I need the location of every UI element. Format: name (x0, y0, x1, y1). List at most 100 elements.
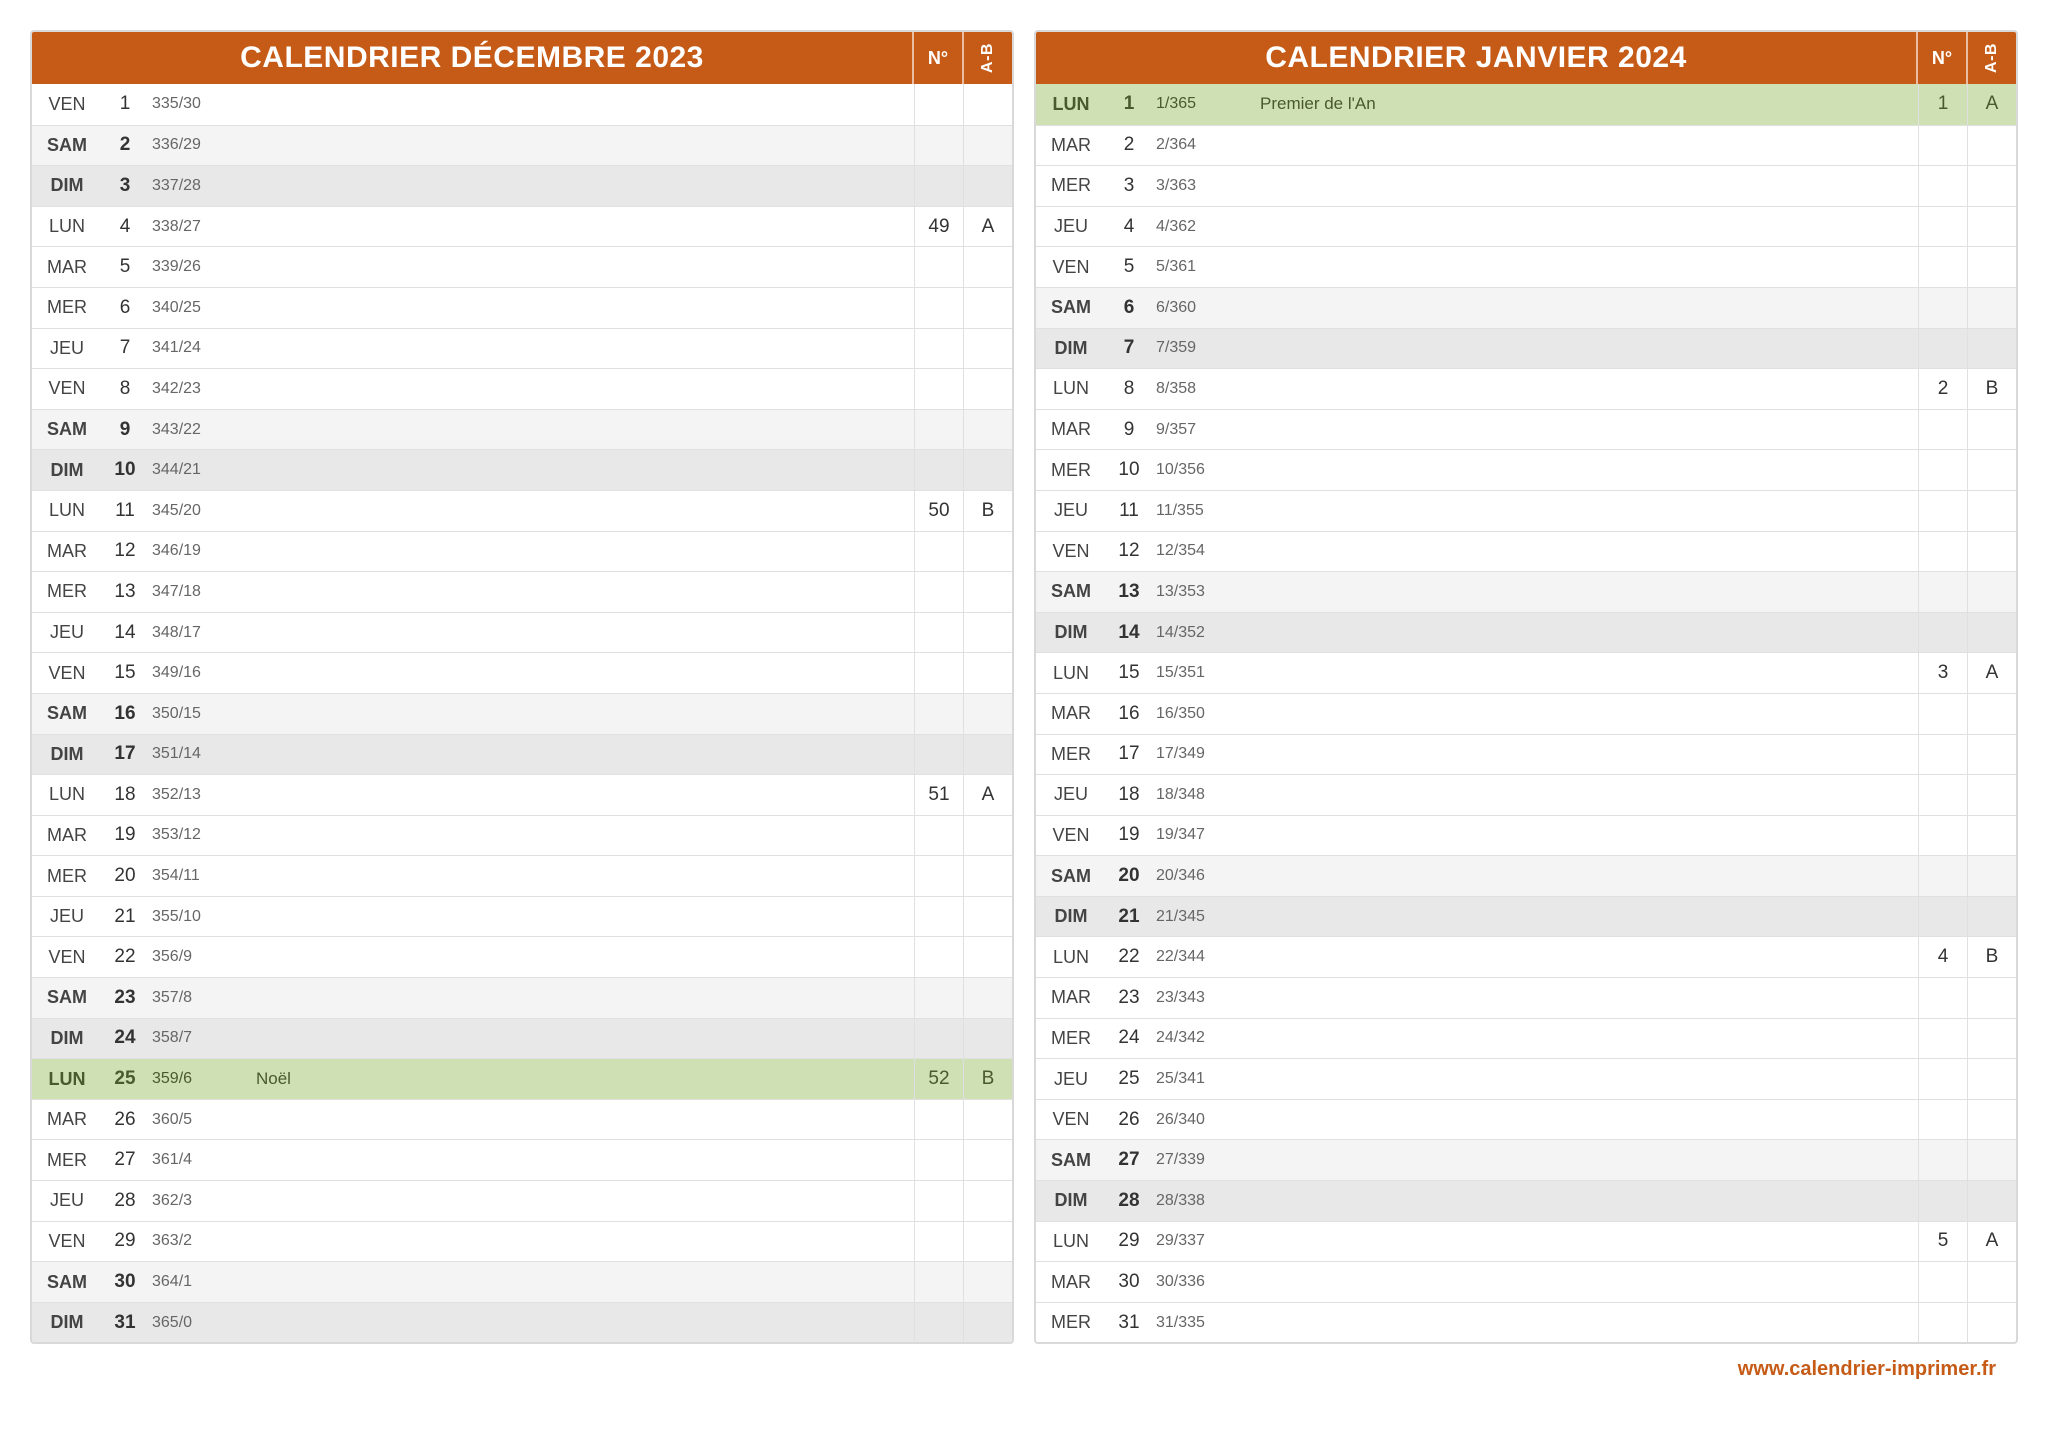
day-ordinal: 348/17 (148, 624, 252, 642)
day-ordinal: 347/18 (148, 583, 252, 601)
week-number: 51 (914, 775, 963, 815)
day-ordinal: 338/27 (148, 218, 252, 236)
month-header: CALENDRIER JANVIER 2024N°A-B (1036, 32, 2016, 84)
week-ab (1967, 126, 2016, 166)
day-row: LUN25359/6Noël52B (32, 1058, 1012, 1099)
week-number (1918, 288, 1967, 328)
week-number (914, 329, 963, 369)
day-number: 19 (102, 824, 148, 846)
day-number: 24 (102, 1027, 148, 1049)
day-number: 6 (102, 297, 148, 319)
day-number: 2 (102, 134, 148, 156)
day-ordinal: 6/360 (1152, 299, 1256, 317)
week-ab (1967, 1100, 2016, 1140)
week-ab (963, 450, 1012, 490)
day-number: 11 (102, 500, 148, 522)
week-ab: A (963, 207, 1012, 247)
day-number: 19 (1106, 824, 1152, 846)
day-row: MER2424/342 (1036, 1018, 2016, 1059)
day-of-week: SAM (1036, 581, 1106, 602)
week-number (914, 937, 963, 977)
day-number: 28 (1106, 1190, 1152, 1212)
day-number: 17 (1106, 743, 1152, 765)
day-row: VEN1212/354 (1036, 531, 2016, 572)
day-number: 26 (102, 1109, 148, 1131)
day-row: SAM1313/353 (1036, 571, 2016, 612)
week-ab (1967, 1262, 2016, 1302)
day-of-week: SAM (32, 987, 102, 1008)
day-row: DIM1414/352 (1036, 612, 2016, 653)
day-of-week: DIM (1036, 906, 1106, 927)
day-ordinal: 10/356 (1152, 461, 1256, 479)
day-of-week: LUN (1036, 947, 1106, 968)
day-number: 13 (102, 581, 148, 603)
day-row: LUN4338/2749A (32, 206, 1012, 247)
day-row: LUN88/3582B (1036, 368, 2016, 409)
day-ordinal: 18/348 (1152, 786, 1256, 804)
day-ordinal: 29/337 (1152, 1232, 1256, 1250)
day-row: VEN55/361 (1036, 246, 2016, 287)
week-ab (963, 166, 1012, 206)
week-number (1918, 1303, 1967, 1343)
day-row: SAM30364/1 (32, 1261, 1012, 1302)
week-number (1918, 247, 1967, 287)
week-number (1918, 816, 1967, 856)
day-number: 24 (1106, 1027, 1152, 1049)
week-ab (1967, 856, 2016, 896)
day-ordinal: 337/28 (148, 177, 252, 195)
day-of-week: VEN (32, 663, 102, 684)
week-ab (963, 1100, 1012, 1140)
day-number: 1 (102, 93, 148, 115)
week-number (1918, 897, 1967, 937)
day-ordinal: 344/21 (148, 461, 252, 479)
day-of-week: MAR (1036, 703, 1106, 724)
week-number (914, 1100, 963, 1140)
day-of-week: JEU (32, 1190, 102, 1211)
week-number (914, 897, 963, 937)
week-ab: B (1967, 937, 2016, 977)
day-number: 25 (1106, 1068, 1152, 1090)
day-row: LUN11/365Premier de l'An1A (1036, 84, 2016, 125)
day-of-week: JEU (32, 622, 102, 643)
week-number (1918, 532, 1967, 572)
day-number: 8 (102, 378, 148, 400)
day-ordinal: 21/345 (1152, 908, 1256, 926)
week-ab (1967, 1303, 2016, 1343)
day-ordinal: 30/336 (1152, 1273, 1256, 1291)
week-ab (1967, 735, 2016, 775)
week-number (1918, 1059, 1967, 1099)
day-ordinal: 352/13 (148, 786, 252, 804)
day-number: 8 (1106, 378, 1152, 400)
day-of-week: SAM (1036, 1150, 1106, 1171)
day-row: SAM9343/22 (32, 409, 1012, 450)
week-ab (963, 735, 1012, 775)
day-row: MAR12346/19 (32, 531, 1012, 572)
day-row: MAR5339/26 (32, 246, 1012, 287)
week-number (1918, 735, 1967, 775)
day-number: 12 (1106, 540, 1152, 562)
day-ordinal: 362/3 (148, 1192, 252, 1210)
day-row: JEU14348/17 (32, 612, 1012, 653)
day-row: SAM23357/8 (32, 977, 1012, 1018)
week-number (1918, 491, 1967, 531)
day-ordinal: 340/25 (148, 299, 252, 317)
day-row: MAR26360/5 (32, 1099, 1012, 1140)
day-ordinal: 361/4 (148, 1151, 252, 1169)
day-row: MAR22/364 (1036, 125, 2016, 166)
week-ab (1967, 491, 2016, 531)
day-number: 14 (1106, 622, 1152, 644)
day-row: SAM16350/15 (32, 693, 1012, 734)
week-number (1918, 410, 1967, 450)
week-number (1918, 572, 1967, 612)
day-number: 4 (1106, 216, 1152, 238)
day-of-week: DIM (1036, 622, 1106, 643)
week-ab (963, 937, 1012, 977)
week-ab (1967, 775, 2016, 815)
week-ab (963, 856, 1012, 896)
day-row: JEU7341/24 (32, 328, 1012, 369)
day-ordinal: 342/23 (148, 380, 252, 398)
day-ordinal: 12/354 (1152, 542, 1256, 560)
day-number: 29 (1106, 1230, 1152, 1252)
day-ordinal: 345/20 (148, 502, 252, 520)
day-row: JEU1111/355 (1036, 490, 2016, 531)
